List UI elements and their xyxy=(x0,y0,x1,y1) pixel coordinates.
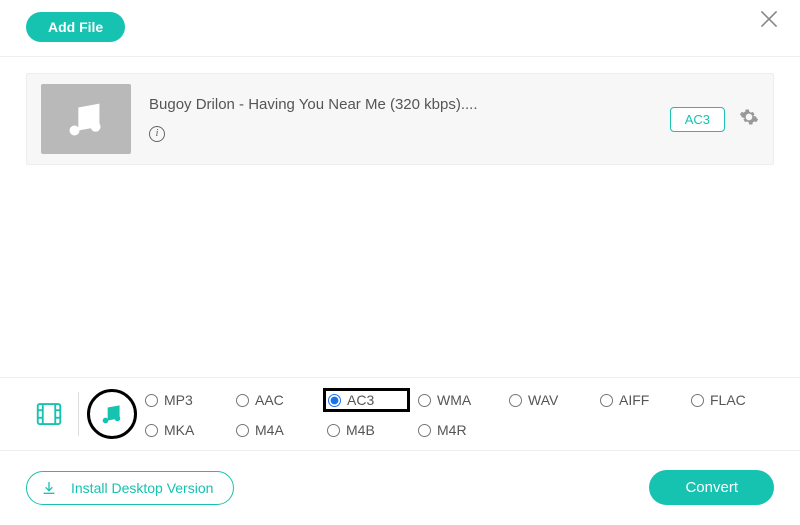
format-option-aiff[interactable]: AIFF xyxy=(596,388,683,412)
convert-button[interactable]: Convert xyxy=(649,470,774,505)
format-selection-bar: MP3 AAC AC3 WMA WAV AIFF FLAC MKA M4A M4… xyxy=(0,377,800,451)
format-option-mka[interactable]: MKA xyxy=(141,420,228,440)
music-icon xyxy=(63,96,109,142)
format-option-mp3[interactable]: MP3 xyxy=(141,388,228,412)
format-label: M4A xyxy=(255,422,284,438)
download-icon xyxy=(41,480,57,496)
format-option-ac3[interactable]: AC3 xyxy=(323,388,410,412)
format-label: MKA xyxy=(164,422,194,438)
format-option-aac[interactable]: AAC xyxy=(232,388,319,412)
file-thumbnail xyxy=(41,84,131,154)
format-option-m4r[interactable]: M4R xyxy=(414,420,501,440)
format-label: MP3 xyxy=(164,392,193,408)
output-format-badge[interactable]: AC3 xyxy=(670,107,725,132)
format-label: AIFF xyxy=(619,392,649,408)
format-option-wma[interactable]: WMA xyxy=(414,388,501,412)
top-toolbar: Add File xyxy=(0,0,800,57)
bottom-bar: Install Desktop Version Convert xyxy=(0,452,800,525)
info-icon[interactable]: i xyxy=(149,126,165,142)
install-label: Install Desktop Version xyxy=(71,480,213,496)
format-grid: MP3 AAC AC3 WMA WAV AIFF FLAC MKA M4A M4… xyxy=(141,388,774,440)
format-label: M4R xyxy=(437,422,467,438)
format-option-m4a[interactable]: M4A xyxy=(232,420,319,440)
format-label: AAC xyxy=(255,392,284,408)
audio-mode-tab[interactable] xyxy=(89,389,135,439)
close-icon[interactable] xyxy=(756,6,782,37)
format-option-flac[interactable]: FLAC xyxy=(687,388,774,412)
video-mode-tab[interactable] xyxy=(26,389,72,439)
format-label: FLAC xyxy=(710,392,746,408)
format-option-m4b[interactable]: M4B xyxy=(323,420,410,440)
mode-divider xyxy=(78,392,79,436)
format-option-wav[interactable]: WAV xyxy=(505,388,592,412)
format-label: WMA xyxy=(437,392,471,408)
file-info: Bugoy Drilon - Having You Near Me (320 k… xyxy=(149,96,652,142)
format-label: M4B xyxy=(346,422,375,438)
install-desktop-button[interactable]: Install Desktop Version xyxy=(26,471,234,505)
format-label: AC3 xyxy=(347,392,374,408)
file-item: Bugoy Drilon - Having You Near Me (320 k… xyxy=(26,73,774,165)
add-file-button[interactable]: Add File xyxy=(26,12,125,42)
file-title: Bugoy Drilon - Having You Near Me (320 k… xyxy=(149,96,652,113)
format-label: WAV xyxy=(528,392,558,408)
settings-icon[interactable] xyxy=(739,107,759,132)
